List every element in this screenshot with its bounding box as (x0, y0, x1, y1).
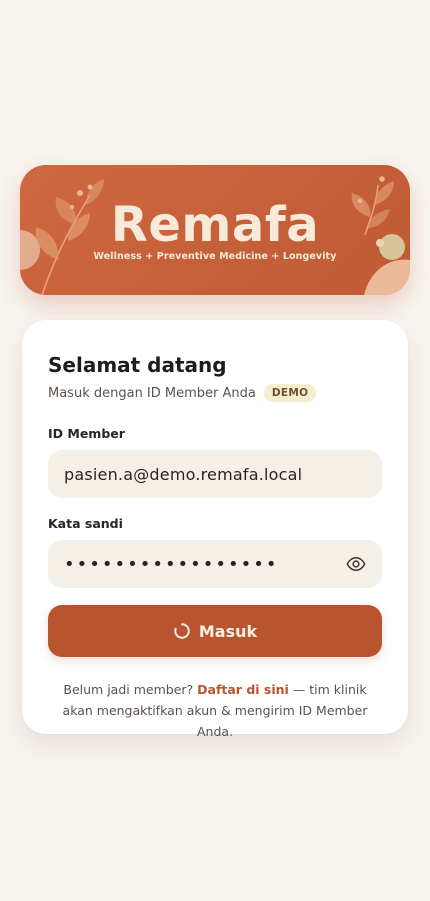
password-field[interactable]: ••••••••••••••••• (48, 540, 382, 588)
login-subtitle: Masuk dengan ID Member Anda (48, 385, 256, 401)
brand-tagline: Wellness + Preventive Medicine + Longevi… (93, 251, 337, 262)
brand-name: Remafa (110, 197, 320, 253)
member-id-field[interactable]: pasien.a@demo.remafa.local (48, 450, 382, 498)
submit-button[interactable]: Masuk (48, 605, 382, 657)
signup-link[interactable]: Daftar di sini (197, 682, 289, 697)
page-title: Selamat datang (48, 353, 227, 377)
member-id-value[interactable]: pasien.a@demo.remafa.local (64, 465, 302, 484)
submit-label: Masuk (198, 621, 258, 641)
subtitle-row: Masuk dengan ID Member Anda DEMO (48, 382, 382, 404)
signup-prefix: Belum jadi member? (63, 682, 198, 697)
brand-logo: Remafa Wellness + Preventive Medicine + … (20, 199, 410, 262)
eye-icon[interactable] (346, 554, 366, 574)
demo-badge: DEMO (263, 384, 317, 402)
password-label: Kata sandi (48, 516, 123, 531)
password-value[interactable]: ••••••••••••••••• (64, 554, 279, 575)
spinner-icon (174, 623, 190, 639)
brand-banner: Remafa Wellness + Preventive Medicine + … (20, 165, 410, 295)
member-id-label: ID Member (48, 426, 125, 441)
signup-note: Belum jadi member? Daftar di sini — tim … (48, 679, 382, 742)
login-page: Remafa Wellness + Preventive Medicine + … (0, 0, 430, 901)
login-card: Selamat datang Masuk dengan ID Member An… (22, 320, 408, 739)
